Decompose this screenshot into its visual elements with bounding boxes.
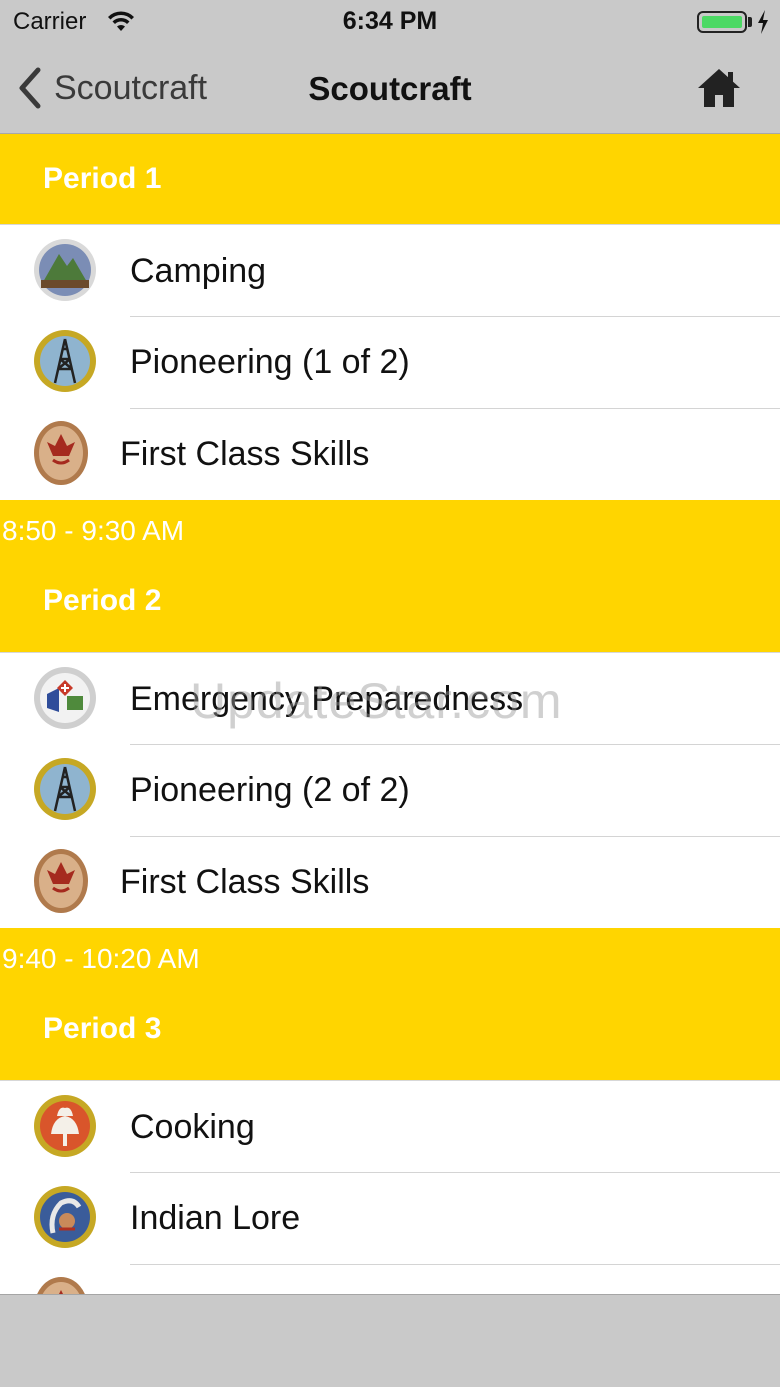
list-item[interactable]: First Class Skills [0, 408, 780, 500]
pioneering-badge-icon [34, 330, 96, 392]
emergency-preparedness-badge-icon [34, 667, 96, 729]
item-label: Cooking [130, 1108, 255, 1146]
pioneering-badge-icon [34, 758, 96, 820]
status-bar: Carrier 6:34 PM [0, 0, 780, 44]
section-header: 9:40 - 10:20 AM Period 3 [0, 928, 780, 1080]
charging-bolt-icon [758, 10, 768, 34]
bottom-toolbar [0, 1294, 780, 1387]
list-item[interactable]: Pioneering (2 of 2) [0, 744, 780, 836]
item-label: Indian Lore [130, 1199, 301, 1237]
first-class-badge-icon [37, 1277, 85, 1294]
list-item[interactable]: Indian Lore [0, 1172, 780, 1264]
navigation-bar: Scoutcraft Scoutcraft [0, 44, 780, 134]
list-item[interactable]: Pioneering (1 of 2) [0, 316, 780, 408]
list-item[interactable]: Cooking [0, 1080, 780, 1172]
period-time-range: 9:40 - 10:20 AM [2, 943, 200, 974]
home-icon[interactable] [696, 66, 742, 110]
period-label: Period 2 [43, 584, 162, 617]
item-label: First Class Skills [120, 1264, 369, 1294]
item-label: Pioneering (1 of 2) [130, 343, 410, 381]
list-item[interactable]: First Class Skills [0, 836, 780, 928]
item-label: Camping [130, 252, 267, 290]
indian-lore-badge-icon [34, 1186, 96, 1248]
chevron-left-icon [19, 67, 41, 109]
item-label: First Class Skills [120, 435, 370, 473]
schedule-list[interactable]: Period 1 Camping Pioneering (1 of 2) Fir… [0, 134, 780, 1294]
battery-icon [697, 11, 747, 33]
period-label: Period 1 [43, 162, 162, 195]
period-label: Period 3 [43, 1012, 162, 1045]
first-class-badge-icon [34, 849, 88, 913]
top-bar: Carrier 6:34 PM Scoutcraft Scoutcraft [0, 0, 780, 134]
section-header: 8:50 - 9:30 AM Period 2 [0, 500, 780, 652]
back-button[interactable]: Scoutcraft [16, 64, 207, 112]
first-class-badge-icon [34, 421, 88, 485]
battery-nub [748, 17, 752, 27]
back-button-label: Scoutcraft [54, 68, 208, 107]
item-label: Pioneering (2 of 2) [130, 771, 410, 809]
section-header: Period 1 [0, 134, 780, 224]
list-item[interactable]: First Class Skills [0, 1264, 780, 1294]
list-item[interactable]: Camping [0, 224, 780, 316]
item-label: First Class Skills [120, 863, 370, 901]
list-item[interactable]: Emergency Preparedness [0, 652, 780, 744]
item-label: Emergency Preparedness [130, 680, 524, 718]
camping-badge-icon [34, 239, 96, 301]
period-time-range: 8:50 - 9:30 AM [2, 515, 185, 546]
clock: 6:34 PM [342, 7, 438, 35]
cooking-badge-icon [34, 1095, 96, 1157]
